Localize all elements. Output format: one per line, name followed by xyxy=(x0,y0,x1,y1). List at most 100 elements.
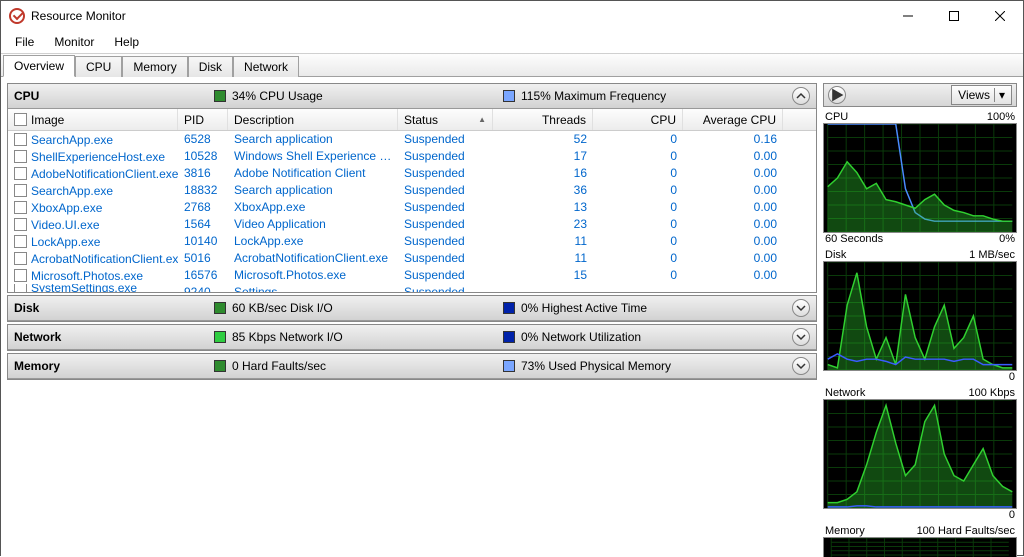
row-checkbox[interactable] xyxy=(14,150,27,163)
net-io-swatch xyxy=(214,331,226,343)
cpu-panel-title: CPU xyxy=(14,89,214,103)
chevron-down-icon[interactable] xyxy=(792,299,810,317)
table-row[interactable]: AdobeNotificationClient.exe3816Adobe Not… xyxy=(8,165,816,182)
cell-status: Suspended xyxy=(398,131,493,148)
cell-pid: 1564 xyxy=(178,216,228,233)
app-icon xyxy=(9,8,25,24)
cell-cpu: 0 xyxy=(593,148,683,165)
menu-help[interactable]: Help xyxy=(106,33,147,51)
row-checkbox[interactable] xyxy=(14,284,27,292)
table-row[interactable]: AcrobatNotificationClient.exe5016Acrobat… xyxy=(8,250,816,267)
tab-overview[interactable]: Overview xyxy=(3,55,75,77)
cell-threads xyxy=(493,284,593,292)
cell-avg: 0.00 xyxy=(683,233,783,250)
cell-avg: 0.00 xyxy=(683,165,783,182)
tab-memory[interactable]: Memory xyxy=(122,56,187,77)
chevron-down-icon[interactable] xyxy=(792,357,810,375)
minimize-button[interactable] xyxy=(885,1,931,31)
cell-cpu: 0 xyxy=(593,233,683,250)
chevron-down-icon[interactable] xyxy=(792,328,810,346)
cpu-panel-header[interactable]: CPU 34% CPU Usage 115% Maximum Frequency xyxy=(8,84,816,109)
cell-avg: 0.16 xyxy=(683,131,783,148)
col-threads[interactable]: Threads xyxy=(493,109,593,130)
table-row[interactable]: ShellExperienceHost.exe10528Windows Shel… xyxy=(8,148,816,165)
col-cpu[interactable]: CPU xyxy=(593,109,683,130)
mem-used-swatch xyxy=(503,360,515,372)
cell-threads: 11 xyxy=(493,250,593,267)
cell-image: Microsoft.Photos.exe xyxy=(31,269,143,283)
checkbox-all[interactable] xyxy=(14,113,27,126)
cell-threads: 36 xyxy=(493,182,593,199)
row-checkbox[interactable] xyxy=(14,252,27,265)
network-panel-title: Network xyxy=(14,330,214,344)
cell-threads: 23 xyxy=(493,216,593,233)
cell-avg: 0.00 xyxy=(683,267,783,284)
table-row[interactable]: Microsoft.Photos.exe16576Microsoft.Photo… xyxy=(8,267,816,284)
cell-cpu: 0 xyxy=(593,182,683,199)
chart-cpu-canvas xyxy=(823,123,1017,233)
cell-threads: 13 xyxy=(493,199,593,216)
col-status[interactable]: Status▲ xyxy=(398,109,493,130)
cell-description: Settings xyxy=(228,284,398,292)
row-checkbox[interactable] xyxy=(14,218,27,231)
cell-image: Video.UI.exe xyxy=(31,218,100,232)
col-description[interactable]: Description xyxy=(228,109,398,130)
row-checkbox[interactable] xyxy=(14,167,27,180)
mem-faults-swatch xyxy=(214,360,226,372)
chart-network-footer-right: 0 xyxy=(1009,509,1015,521)
tab-disk[interactable]: Disk xyxy=(188,56,233,77)
col-image[interactable]: Image xyxy=(8,109,178,130)
window-title: Resource Monitor xyxy=(31,9,126,23)
col-avg[interactable]: Average CPU xyxy=(683,109,783,130)
row-checkbox[interactable] xyxy=(14,133,27,146)
cell-avg: 0.00 xyxy=(683,216,783,233)
chart-cpu-footer-left: 60 Seconds xyxy=(825,233,883,245)
cell-description: Video Application xyxy=(228,216,398,233)
net-util-metric: 0% Network Utilization xyxy=(521,330,641,344)
net-io-metric: 85 Kbps Network I/O xyxy=(232,330,343,344)
chart-disk-max: 1 MB/sec xyxy=(969,249,1015,261)
cell-cpu: 0 xyxy=(593,267,683,284)
network-panel-header[interactable]: Network 85 Kbps Network I/O 0% Network U… xyxy=(8,325,816,350)
row-checkbox[interactable] xyxy=(14,235,27,248)
left-pane: CPU 34% CPU Usage 115% Maximum Frequency… xyxy=(1,77,823,557)
cell-pid: 18832 xyxy=(178,182,228,199)
views-dropdown[interactable]: Views▾ xyxy=(951,85,1012,105)
table-row[interactable]: XboxApp.exe2768XboxApp.exeSuspended1300.… xyxy=(8,199,816,216)
cell-threads: 16 xyxy=(493,165,593,182)
table-row[interactable]: SystemSettings.exe9240SettingsSuspended xyxy=(8,284,816,292)
cell-cpu: 0 xyxy=(593,250,683,267)
cell-pid: 2768 xyxy=(178,199,228,216)
close-button[interactable] xyxy=(977,1,1023,31)
memory-panel-header[interactable]: Memory 0 Hard Faults/sec 73% Used Physic… xyxy=(8,354,816,379)
cell-avg xyxy=(683,284,783,292)
disk-io-metric: 60 KB/sec Disk I/O xyxy=(232,301,333,315)
titlebar: Resource Monitor xyxy=(1,1,1023,31)
cell-pid: 5016 xyxy=(178,250,228,267)
cpu-table-header: Image PID Description Status▲ Threads CP… xyxy=(8,109,816,131)
row-checkbox[interactable] xyxy=(14,184,27,197)
table-row[interactable]: SearchApp.exe6528Search applicationSuspe… xyxy=(8,131,816,148)
table-row[interactable]: LockApp.exe10140LockApp.exeSuspended1100… xyxy=(8,233,816,250)
disk-panel-header[interactable]: Disk 60 KB/sec Disk I/O 0% Highest Activ… xyxy=(8,296,816,321)
cell-image: ShellExperienceHost.exe xyxy=(31,150,165,164)
cell-image: XboxApp.exe xyxy=(31,201,102,215)
col-pid[interactable]: PID xyxy=(178,109,228,130)
cell-pid: 16576 xyxy=(178,267,228,284)
chevron-up-icon[interactable] xyxy=(792,87,810,105)
mem-used-metric: 73% Used Physical Memory xyxy=(521,359,671,373)
play-button[interactable] xyxy=(828,86,846,104)
tab-cpu[interactable]: CPU xyxy=(75,56,122,77)
cell-image: SearchApp.exe xyxy=(31,133,113,147)
row-checkbox[interactable] xyxy=(14,201,27,214)
cell-description: Search application xyxy=(228,131,398,148)
table-row[interactable]: Video.UI.exe1564Video ApplicationSuspend… xyxy=(8,216,816,233)
cell-avg: 0.00 xyxy=(683,250,783,267)
menu-monitor[interactable]: Monitor xyxy=(46,33,102,51)
table-row[interactable]: SearchApp.exe18832Search applicationSusp… xyxy=(8,182,816,199)
maximize-button[interactable] xyxy=(931,1,977,31)
menu-file[interactable]: File xyxy=(7,33,42,51)
tab-network[interactable]: Network xyxy=(233,56,299,77)
cell-pid: 3816 xyxy=(178,165,228,182)
row-checkbox[interactable] xyxy=(14,269,27,282)
